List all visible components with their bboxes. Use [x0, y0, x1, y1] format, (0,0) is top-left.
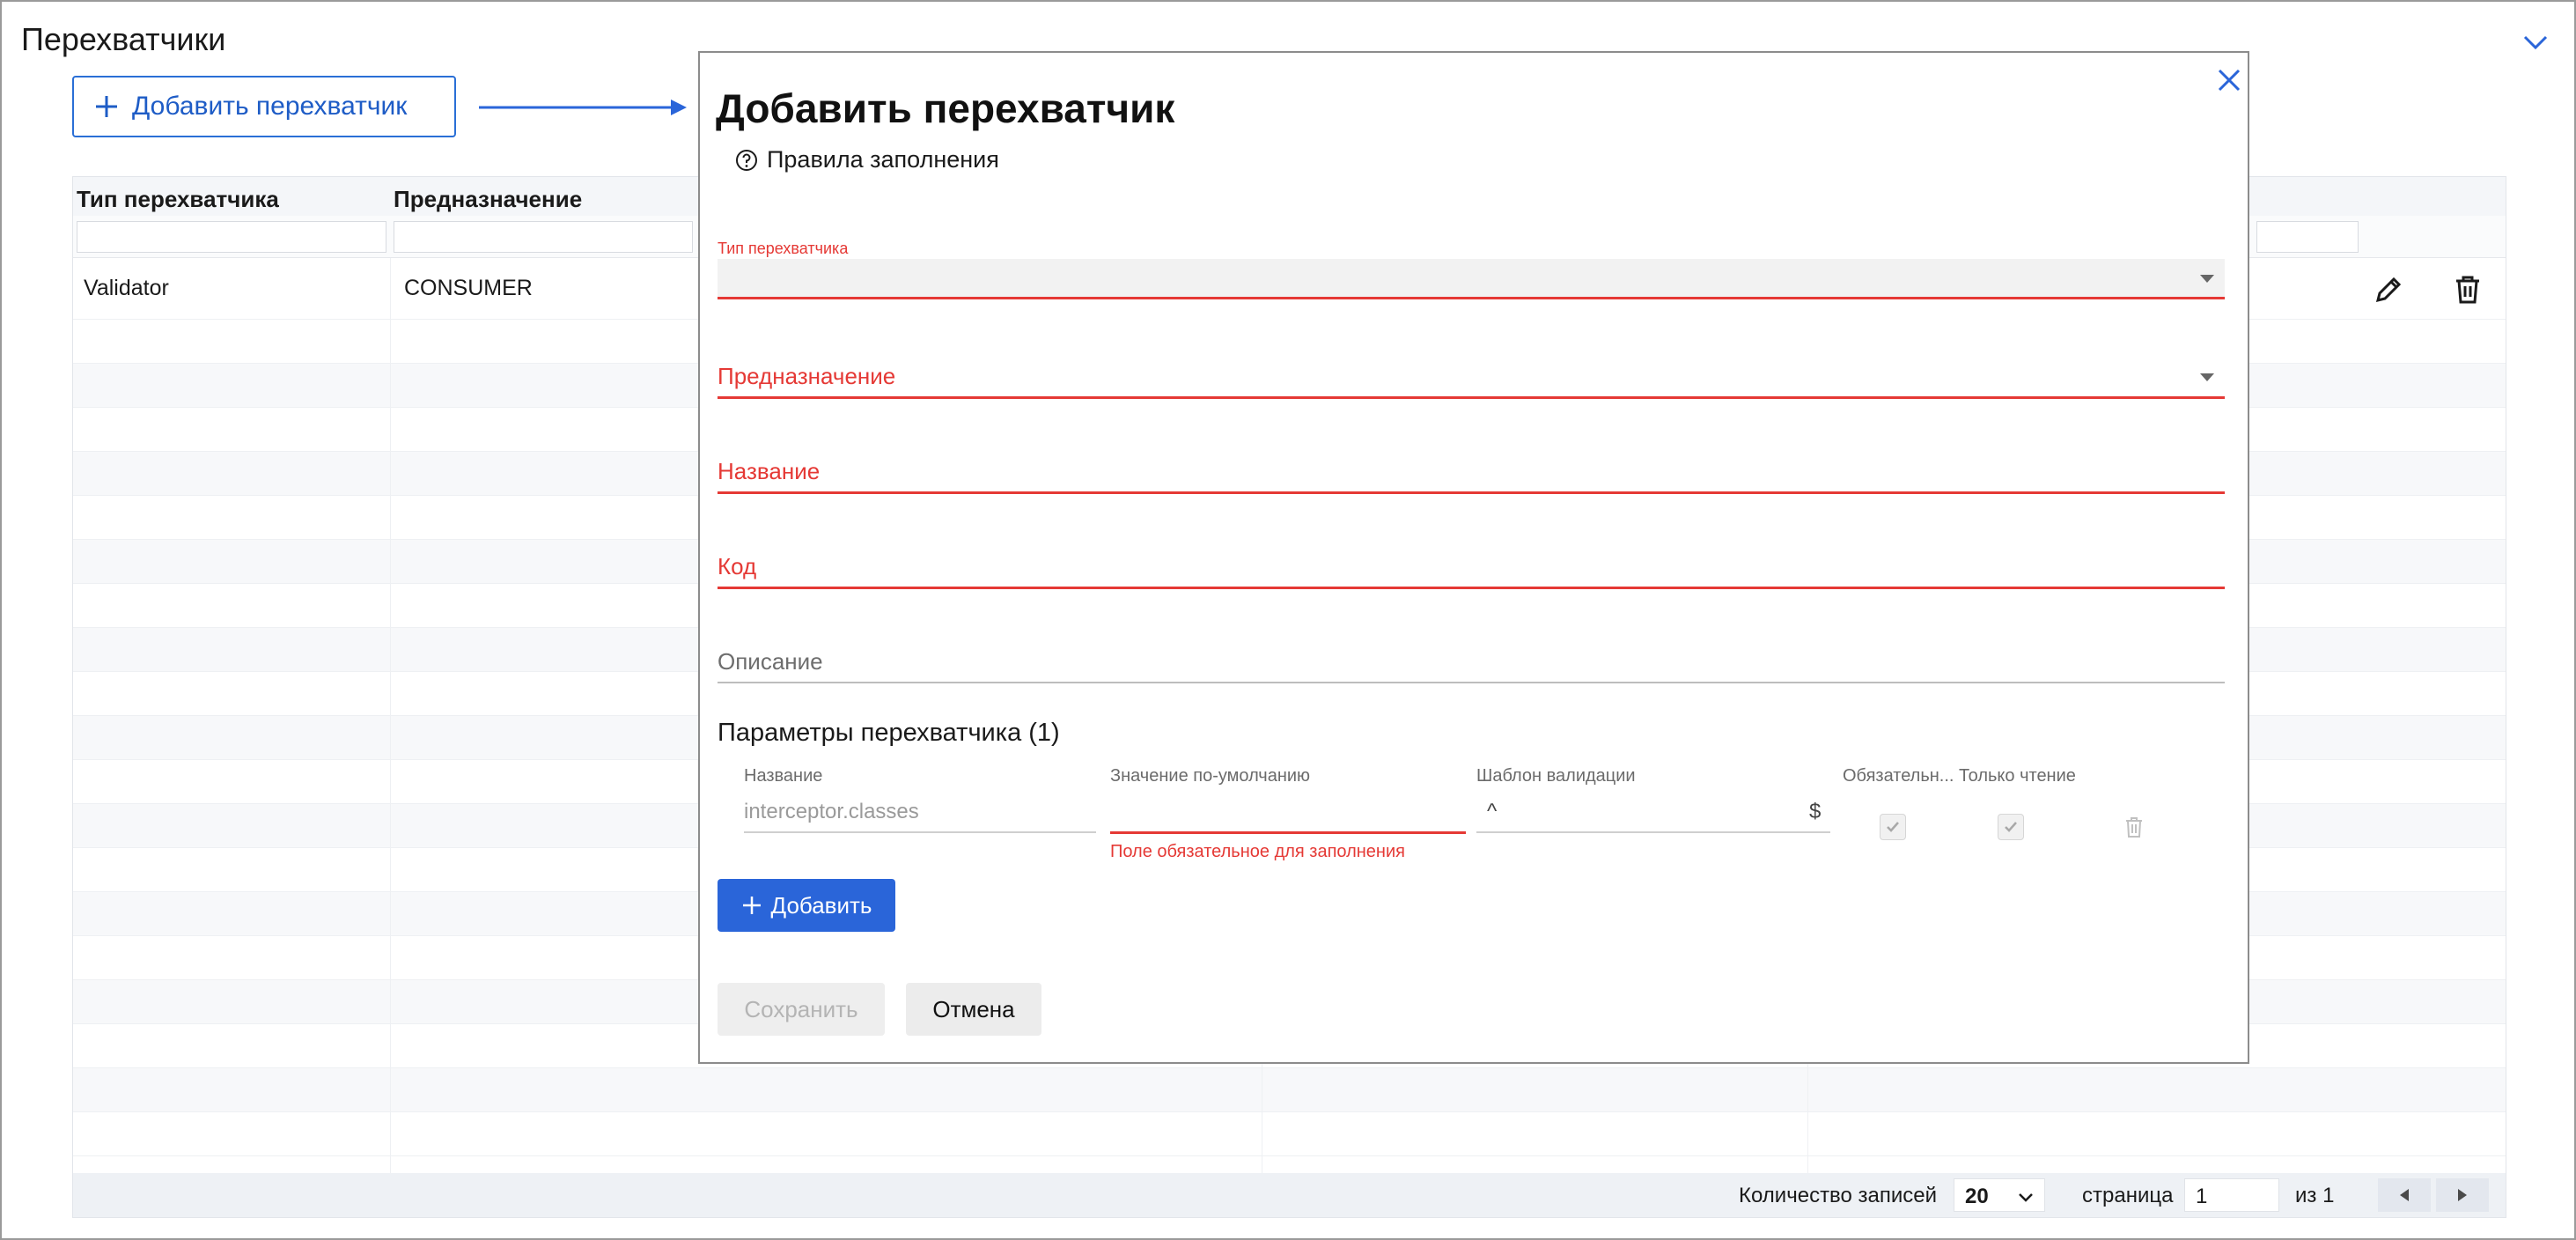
check-icon — [1887, 822, 1899, 832]
triangle-left-icon — [2400, 1189, 2409, 1201]
table-row — [73, 1112, 2506, 1156]
purpose-underline — [718, 396, 2225, 399]
param-header-pattern: Шаблон валидации — [1476, 766, 1636, 786]
type-label: Тип перехватчика — [718, 240, 849, 257]
arrow-right-icon — [479, 100, 687, 115]
close-icon[interactable] — [2214, 65, 2244, 95]
page-size-select[interactable]: 20 — [1954, 1178, 2045, 1212]
page-number-input[interactable]: 1 — [2184, 1178, 2279, 1212]
records-count-label: Количество записей — [1739, 1184, 1938, 1207]
column-header-type[interactable]: Тип перехватчика — [77, 186, 279, 213]
check-icon — [2005, 822, 2017, 832]
param-name-underline — [744, 831, 1096, 833]
next-page-button[interactable] — [2436, 1178, 2489, 1212]
column-separator — [390, 258, 391, 1174]
fill-rules-label: Правила заполнения — [767, 146, 999, 173]
param-pattern-input[interactable] — [1476, 831, 1830, 833]
caret-down-icon — [2200, 373, 2214, 381]
pagination-bar: Количество записей 20 страница 1 из 1 — [73, 1173, 2506, 1217]
type-select-box[interactable] — [718, 259, 2225, 299]
name-underline — [718, 491, 2225, 494]
param-default-error: Поле обязательное для заполнения — [1110, 842, 1405, 861]
pattern-suffix: $ — [1809, 800, 1822, 823]
param-header-readonly: Только чтение — [1959, 766, 2076, 786]
param-required-checkbox[interactable] — [1880, 814, 1906, 840]
purpose-select[interactable]: Предназначение — [718, 363, 2225, 402]
add-interceptor-button[interactable]: Добавить перехватчик — [72, 76, 456, 137]
page-label: страница — [2082, 1184, 2174, 1207]
code-field[interactable]: Код — [718, 553, 2225, 592]
fill-rules-link[interactable]: Правила заполнения — [735, 146, 999, 173]
name-label: Название — [718, 458, 821, 484]
chevron-down-icon[interactable] — [2518, 25, 2553, 60]
save-button[interactable]: Сохранить — [718, 983, 885, 1036]
total-pages-label: из 1 — [2295, 1184, 2335, 1207]
chevron-down-icon — [2019, 1193, 2033, 1202]
filter-input-purpose[interactable] — [394, 221, 693, 253]
param-name-input[interactable]: interceptor.classes — [744, 800, 919, 824]
purpose-label: Предназначение — [718, 363, 896, 389]
param-readonly-checkbox[interactable] — [1998, 814, 2024, 840]
type-select[interactable]: Тип перехватчика — [718, 240, 2225, 303]
param-header-default: Значение по-умолчанию — [1110, 766, 1311, 786]
add-param-button[interactable]: Добавить — [718, 879, 895, 932]
param-header-name: Название — [744, 766, 823, 786]
cell-type: Validator — [84, 276, 169, 300]
plus-icon — [96, 96, 117, 117]
table-row — [73, 1068, 2506, 1112]
add-interceptor-dialog: Добавить перехватчик Правила заполнения … — [698, 51, 2249, 1064]
name-field[interactable]: Название — [718, 458, 2225, 497]
param-header-required: Обязательн... — [1843, 766, 1954, 786]
description-underline — [718, 682, 2225, 683]
dialog-title: Добавить перехватчик — [716, 85, 1175, 131]
add-param-label: Добавить — [770, 891, 872, 919]
trash-icon[interactable] — [2448, 270, 2487, 309]
filter-input-type[interactable] — [77, 221, 386, 253]
help-circle-icon — [736, 149, 757, 171]
code-underline — [718, 587, 2225, 589]
pattern-prefix: ^ — [1487, 800, 1498, 823]
page-title: Перехватчики — [21, 21, 226, 57]
column-header-purpose[interactable]: Предназначение — [394, 186, 582, 213]
triangle-right-icon — [2458, 1189, 2467, 1201]
code-label: Код — [718, 553, 757, 579]
cancel-button[interactable]: Отмена — [906, 983, 1041, 1036]
description-field[interactable]: Описание — [718, 648, 2225, 687]
cell-purpose: CONSUMER — [404, 276, 533, 300]
caret-down-icon — [2200, 275, 2214, 283]
plus-icon — [742, 897, 761, 914]
filter-input-other[interactable] — [2256, 221, 2359, 253]
param-default-input[interactable] — [1110, 831, 1466, 834]
pencil-icon[interactable] — [2369, 270, 2408, 309]
add-interceptor-label: Добавить перехватчик — [132, 92, 408, 121]
page-size-value: 20 — [1965, 1185, 1989, 1208]
params-section-title: Параметры перехватчика (1) — [718, 719, 1060, 747]
delete-param-trash-icon[interactable] — [2121, 814, 2147, 840]
description-label: Описание — [718, 648, 823, 675]
prev-page-button[interactable] — [2378, 1178, 2431, 1212]
